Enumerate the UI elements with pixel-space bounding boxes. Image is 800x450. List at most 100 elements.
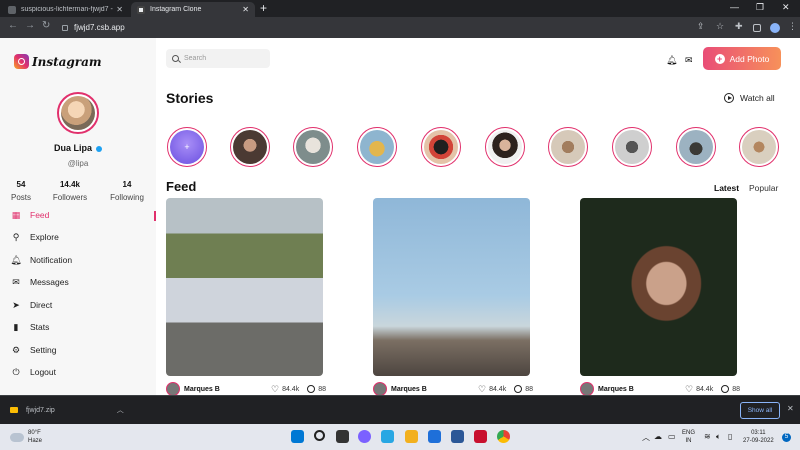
sidebar-item-explore[interactable]: ⚲ Explore [11,232,59,243]
heart-icon[interactable]: ♡ [271,384,279,395]
sidebar-item-notification[interactable]: 🔔︎ Notification [10,255,73,266]
language-indicator[interactable]: ENG IN [682,429,695,445]
battery-level-icon[interactable]: ▯ [728,432,732,441]
cloud-icon[interactable]: ☁ [654,432,662,441]
show-all-button[interactable]: Show all [740,402,780,419]
heart-icon[interactable]: ♡ [685,384,693,395]
profile-avatar[interactable] [57,92,99,134]
comment-icon[interactable] [514,385,523,393]
close-tab-icon[interactable]: ✕ [242,5,249,14]
search-input[interactable]: Search [166,49,270,68]
store-icon[interactable] [428,430,441,443]
add-photo-button[interactable]: + Add Photo [703,47,781,70]
minimize-icon[interactable]: — [730,2,739,12]
add-story-button[interactable]: + [167,127,207,167]
grid-icon: ▦ [11,209,21,220]
battery-icon[interactable]: ▭ [668,432,676,441]
sidebar-item-stats[interactable]: ▮ Stats [11,322,50,333]
close-icon[interactable]: ✕ [787,404,794,413]
story-item[interactable] [357,127,397,167]
extensions-puzzle-icon[interactable]: ✚ [735,21,743,32]
mail-icon[interactable]: ✉ [685,55,693,66]
download-item[interactable]: fjwjd7.zip ︿ [10,405,124,415]
feed-title: Feed [166,179,197,194]
profile-icon[interactable] [770,23,780,33]
post-image[interactable] [580,198,737,376]
task-view-icon[interactable] [336,430,349,443]
share-icon[interactable]: ⇪ [697,21,705,32]
story-item[interactable] [612,127,652,167]
bell-icon[interactable]: 🔔︎ [666,55,677,66]
stat-following[interactable]: 14 Following [102,180,152,202]
system-clock[interactable]: 03:11 27-09-2022 [743,429,774,445]
story-item[interactable] [739,127,779,167]
post-author[interactable]: Marques B [598,386,685,393]
mcafee-icon[interactable] [474,430,487,443]
maximize-icon[interactable]: ❐ [756,2,764,13]
comment-icon[interactable] [721,385,730,393]
author-avatar[interactable] [580,382,594,395]
notification-badge[interactable]: 5 [782,433,791,442]
close-tab-icon[interactable]: ✕ [116,5,123,14]
weather-widget[interactable]: 80°F Haze [10,429,42,445]
side-panel-icon[interactable] [753,24,761,32]
author-avatar[interactable] [166,382,180,395]
chat-icon[interactable] [358,430,371,443]
stat-value: 14.4k [59,180,81,189]
instagram-logo[interactable]: Instagram [14,54,102,69]
sidebar-item-feed[interactable]: ▦ Feed [11,209,50,221]
sidebar-item-setting[interactable]: ⚙ Setting [11,345,57,356]
edge-browser-icon[interactable] [381,430,394,443]
more-options-icon[interactable]: ⋮ [788,21,797,32]
sidebar-item-label: Notification [30,255,73,265]
watch-all-link[interactable]: Watch all [724,93,775,103]
profile-name: Dua Lipa [53,143,92,153]
post-image[interactable] [373,198,530,376]
story-item[interactable] [485,127,525,167]
bookmark-star-icon[interactable]: ☆ [716,21,724,32]
post-meta: Marques B ♡ 84.4k 88 [373,382,533,395]
post-author[interactable]: Marques B [184,386,271,393]
sidebar-item-logout[interactable]: ⏻ Logout [11,367,56,378]
post-likes: 84.4k [282,385,300,393]
back-arrow-icon[interactable]: ← [8,20,18,31]
logo-text: Instagram [32,54,102,69]
search-icon[interactable] [314,430,325,441]
post-image[interactable] [166,198,323,376]
story-item[interactable] [293,127,333,167]
file-explorer-icon[interactable] [405,430,418,443]
story-item[interactable] [421,127,461,167]
app-icon[interactable] [451,430,464,443]
sidebar-item-label: Setting [30,345,57,355]
sidebar-item-label: Feed [30,210,50,220]
browser-tab-codesandbox[interactable]: suspicious-lichterman-fjwjd7 - C ✕ [2,2,129,17]
feed-tab-popular[interactable]: Popular [749,183,778,193]
feed-tab-latest[interactable]: Latest [714,183,739,193]
wifi-icon[interactable]: ≋ [704,432,711,441]
story-item[interactable] [230,127,270,167]
windows-start-icon[interactable] [291,430,304,443]
downloads-bar: fjwjd7.zip ︿ Show all ✕ [0,395,800,424]
comment-icon[interactable] [307,385,316,393]
window-close-icon[interactable]: ✕ [782,2,790,13]
new-tab-plus-icon[interactable]: + [260,1,267,15]
stat-posts[interactable]: 54 Posts [0,180,46,202]
browser-tab-instagram-clone[interactable]: Instagram Clone ✕ [131,2,255,17]
sidebar-item-direct[interactable]: ➤ Direct [11,300,52,311]
play-icon [724,93,734,103]
chevron-up-icon[interactable]: ︿ [642,432,650,443]
url-field[interactable]: fjwjd7.csb.app [62,20,702,35]
forward-arrow-icon[interactable]: → [25,20,35,31]
author-avatar[interactable] [373,382,387,395]
post-author[interactable]: Marques B [391,386,478,393]
chevron-up-icon[interactable]: ︿ [117,405,124,415]
chrome-icon[interactable] [497,430,510,443]
search-icon [172,55,179,62]
story-item[interactable] [676,127,716,167]
sidebar-item-messages[interactable]: ✉ Messages [11,277,69,288]
reload-icon[interactable]: ↻ [42,20,50,31]
stat-followers[interactable]: 14.4k Followers [45,180,95,202]
volume-icon[interactable]: 🔈︎ [716,432,721,442]
heart-icon[interactable]: ♡ [478,384,486,395]
story-item[interactable] [548,127,588,167]
